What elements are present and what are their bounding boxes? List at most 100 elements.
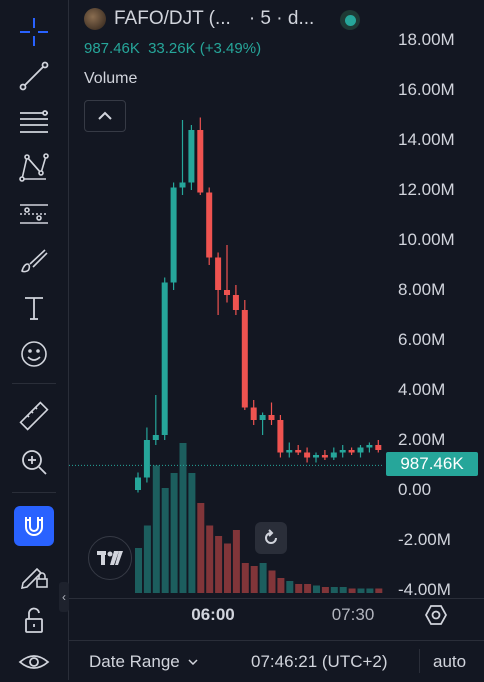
candle-body: [304, 452, 311, 458]
candle: [268, 402, 275, 425]
candle: [197, 117, 204, 195]
candle: [250, 400, 257, 425]
symbol-interval: · 5 · d...: [248, 8, 315, 29]
candle-body: [366, 445, 373, 448]
candle-body: [321, 455, 328, 458]
toolbar-collapse-button[interactable]: ‹: [59, 582, 69, 612]
price-tick: 12.00M: [398, 180, 455, 199]
eye-icon[interactable]: [14, 642, 54, 682]
pattern-icon[interactable]: [14, 148, 54, 188]
candle-body: [197, 130, 204, 193]
candle-body: [179, 182, 186, 188]
volume-bar: [339, 587, 347, 593]
price-change: 33.26K: [148, 40, 196, 57]
unlock-icon[interactable]: [14, 600, 54, 640]
candle-body: [268, 415, 275, 420]
price-tick: 14.00M: [398, 130, 455, 149]
time-axis[interactable]: 06:00 07:30: [69, 598, 484, 633]
volume-bar: [224, 543, 231, 593]
volume-bar: [170, 473, 178, 593]
candle: [304, 447, 311, 463]
chart-settings-button[interactable]: [424, 603, 448, 627]
volume-bar: [215, 536, 223, 593]
bottom-bar: Date Range 07:46:21 (UTC+2) auto: [69, 640, 484, 681]
time-tick: 06:00: [191, 605, 235, 624]
candle-body: [330, 452, 337, 458]
candle-body: [152, 435, 159, 440]
candle-body: [161, 282, 168, 435]
candle: [170, 182, 177, 290]
candle: [295, 445, 302, 455]
candle-body: [232, 295, 239, 310]
candle: [339, 445, 346, 458]
auto-scale-button[interactable]: auto: [433, 652, 466, 672]
volume-label: Volume: [84, 70, 138, 87]
emoji-icon[interactable]: [14, 334, 54, 374]
ruler-icon[interactable]: [14, 396, 54, 436]
chevron-down-icon: [188, 659, 198, 665]
volume-bar: [179, 443, 187, 593]
clock-timezone[interactable]: 07:46:21 (UTC+2): [251, 652, 388, 672]
volume-bar: [197, 503, 205, 593]
candle-body: [313, 455, 319, 458]
candle-body: [188, 130, 195, 183]
volume-bar: [330, 587, 338, 593]
crosshair-icon[interactable]: [14, 12, 54, 52]
price-tick: 16.00M: [398, 80, 455, 99]
bottom-divider: [419, 649, 420, 673]
candlestick-chart[interactable]: [69, 0, 384, 598]
reset-chart-button[interactable]: [255, 522, 287, 554]
volume-bar: [366, 588, 374, 593]
market-status-icon[interactable]: [340, 10, 360, 30]
candle-body: [143, 440, 150, 478]
chevron-up-icon: [98, 111, 112, 120]
chart-pane[interactable]: [69, 0, 384, 598]
volume-bar: [357, 588, 365, 593]
lock-drawing-icon[interactable]: [14, 554, 54, 594]
trend-line-icon[interactable]: [14, 56, 54, 96]
candle: [135, 472, 141, 493]
price-tick: 18.00M: [398, 30, 455, 49]
chart-legend: FAFO/DJT (... · 5 · d...: [84, 8, 314, 30]
candle: [224, 245, 230, 303]
price-tick: 2.00M: [398, 430, 446, 449]
volume-bar: [295, 584, 303, 593]
volume-bar: [206, 525, 214, 593]
candle: [179, 120, 186, 195]
candle-body: [259, 415, 266, 420]
volume-bar: [259, 563, 267, 593]
symbol-avatar: [84, 8, 106, 30]
price-tick: 8.00M: [398, 280, 446, 299]
volume-bar: [232, 530, 240, 593]
candle: [348, 447, 355, 455]
candle-body: [224, 290, 230, 295]
candle-body: [135, 477, 141, 490]
legend-collapse-button[interactable]: [84, 100, 126, 132]
refresh-icon: [265, 529, 277, 544]
volume-bar: [304, 584, 312, 593]
gear-icon: [425, 605, 447, 625]
candle: [161, 277, 168, 440]
fib-retracement-icon[interactable]: [14, 102, 54, 142]
date-range-button[interactable]: Date Range: [89, 652, 198, 672]
price-tick: 0.00: [398, 480, 432, 499]
candle-body: [215, 257, 222, 290]
price-tick: 6.00M: [398, 330, 446, 349]
date-range-label: Date Range: [89, 652, 180, 671]
volume-bar: [152, 465, 160, 593]
volume-bar: [277, 578, 285, 593]
candle: [241, 300, 248, 410]
candle: [215, 252, 222, 315]
magnet-icon[interactable]: [14, 506, 54, 546]
price-axis[interactable]: 18.00M 16.00M 14.00M 12.00M 10.00M 8.00M 6.00M…: [384, 0, 484, 599]
symbol-name[interactable]: FAFO/DJT (...: [114, 8, 231, 30]
prediction-icon[interactable]: [14, 194, 54, 234]
chevron-left-icon: ‹: [62, 590, 66, 604]
zoom-in-icon[interactable]: [14, 442, 54, 482]
volume-bar: [375, 588, 383, 593]
brush-icon[interactable]: [14, 240, 54, 280]
candle: [366, 442, 373, 453]
tradingview-logo[interactable]: [88, 536, 132, 580]
text-icon[interactable]: [14, 288, 54, 328]
candle-body: [277, 420, 284, 453]
